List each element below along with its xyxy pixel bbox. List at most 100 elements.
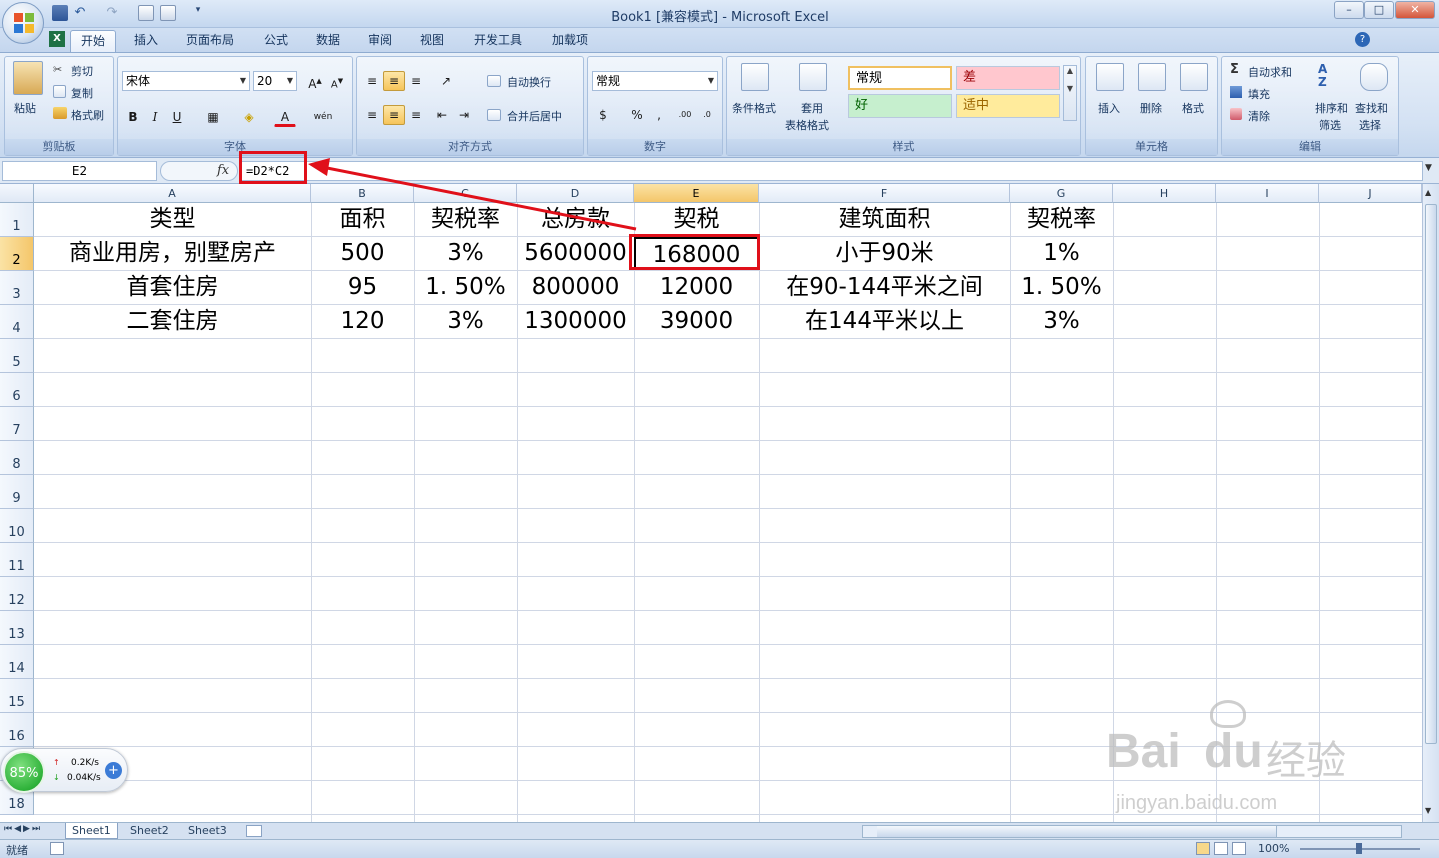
currency-button[interactable]: $ (592, 105, 614, 125)
format-cells-button[interactable]: 格式 (1182, 100, 1204, 116)
increase-indent-button[interactable]: ⇥ (453, 105, 475, 125)
decrease-decimal-button[interactable]: .0 (696, 105, 718, 125)
save-icon[interactable] (52, 5, 68, 21)
delete-cells-button[interactable]: 删除 (1140, 100, 1162, 116)
macro-record-icon[interactable] (50, 842, 64, 855)
row-header[interactable]: 11 (0, 543, 34, 577)
row-header[interactable]: 9 (0, 475, 34, 509)
cell-c2[interactable]: 3% (414, 237, 517, 270)
page-break-view-icon[interactable] (1232, 842, 1246, 855)
row-header[interactable]: 10 (0, 509, 34, 543)
zoom-level[interactable]: 100% (1258, 842, 1289, 855)
align-left-button[interactable]: ≡ (361, 105, 383, 125)
column-header-e[interactable]: E (634, 184, 759, 203)
plus-icon[interactable]: + (105, 762, 122, 779)
decrease-indent-button[interactable]: ⇤ (431, 105, 453, 125)
tab-home[interactable]: 开始 (70, 30, 117, 52)
cell-g3[interactable]: 1. 50% (1010, 271, 1113, 304)
italic-button[interactable]: I (144, 107, 166, 127)
style-good[interactable]: 好 (848, 94, 952, 118)
border-button[interactable]: ▦ (202, 107, 224, 127)
cell-g4[interactable]: 3% (1010, 305, 1113, 338)
horizontal-scrollbar[interactable] (862, 825, 1402, 838)
font-name-select[interactable]: 宋体 ▼ (122, 71, 250, 91)
normal-view-icon[interactable] (1196, 842, 1210, 855)
expand-formula-icon[interactable]: ▼ (1425, 163, 1432, 173)
style-neutral[interactable]: 适中 (956, 94, 1060, 118)
cell-c4[interactable]: 3% (414, 305, 517, 338)
font-size-select[interactable]: 20 ▼ (253, 71, 297, 91)
wrap-text-button[interactable]: 自动换行 (507, 74, 551, 90)
sheet-tab-3[interactable]: Sheet3 (182, 823, 233, 839)
row-header[interactable]: 8 (0, 441, 34, 475)
cell-e1[interactable]: 契税 (634, 203, 759, 236)
find-select-line2[interactable]: 选择 (1359, 117, 1381, 133)
undo-icon[interactable]: ↶ (72, 5, 88, 21)
cell-e3[interactable]: 12000 (634, 271, 759, 304)
row-header[interactable]: 3 (0, 271, 34, 305)
horizontal-scroll-thumb[interactable] (877, 826, 1277, 837)
cell-a4[interactable]: 二套住房 (34, 305, 311, 338)
cell-f2[interactable]: 小于90米 (759, 237, 1010, 270)
cell-a2[interactable]: 商业用房，别墅房产 (34, 237, 311, 270)
align-right-button[interactable]: ≡ (405, 105, 427, 125)
autosum-button[interactable]: 自动求和 (1248, 64, 1292, 80)
insert-cells-button[interactable]: 插入 (1098, 100, 1120, 116)
row-header[interactable]: 13 (0, 611, 34, 645)
cell-d2[interactable]: 5600000 (517, 237, 634, 270)
row-header[interactable]: 7 (0, 407, 34, 441)
comma-button[interactable]: , (648, 105, 670, 125)
row-header[interactable]: 6 (0, 373, 34, 407)
network-speed-widget[interactable]: 85% ↑ 0.2K/s ↓ 0.04K/s + (0, 748, 128, 793)
insert-sheet-icon[interactable] (246, 825, 262, 837)
increase-decimal-button[interactable]: .00 (674, 105, 696, 125)
format-as-table-line2[interactable]: 表格格式 (785, 117, 829, 133)
tab-formulas[interactable]: 公式 (254, 30, 298, 52)
cell-b3[interactable]: 95 (311, 271, 414, 304)
underline-button[interactable]: U (166, 107, 188, 127)
row-header[interactable]: 4 (0, 305, 34, 339)
paste-button[interactable]: 粘贴 (14, 100, 36, 116)
font-color-button[interactable]: A (274, 107, 296, 127)
vertical-scrollbar[interactable]: ▲ ▼ (1422, 184, 1439, 822)
column-header-f[interactable]: F (759, 184, 1010, 203)
align-top-button[interactable]: ≡ (361, 71, 383, 91)
fill-color-button[interactable]: ◈ (238, 107, 260, 127)
cell-f3[interactable]: 在90-144平米之间 (759, 271, 1010, 304)
sheet-tab-2[interactable]: Sheet2 (124, 823, 175, 839)
styles-scroll[interactable]: ▲ ▼ (1063, 65, 1077, 121)
style-normal[interactable]: 常规 (848, 66, 952, 90)
customize-toolbar-icon[interactable]: ▾ (190, 5, 206, 21)
page-layout-view-icon[interactable] (1214, 842, 1228, 855)
tab-developer[interactable]: 开发工具 (464, 30, 532, 52)
select-all-corner[interactable] (0, 184, 34, 203)
scroll-down-icon[interactable]: ▼ (1425, 806, 1431, 815)
align-center-button[interactable]: ≡ (383, 105, 405, 125)
cell-f1[interactable]: 建筑面积 (759, 203, 1010, 236)
orientation-button[interactable]: ↗ (435, 71, 457, 91)
scroll-up-icon[interactable]: ▲ (1425, 188, 1431, 197)
tab-insert[interactable]: 插入 (124, 30, 168, 52)
number-format-select[interactable]: 常规 ▼ (592, 71, 718, 91)
redo-icon[interactable]: ↷ (104, 5, 120, 21)
clear-button[interactable]: 清除 (1248, 108, 1270, 124)
cell-d4[interactable]: 1300000 (517, 305, 634, 338)
insert-function-icon[interactable]: fx (217, 163, 229, 178)
paste-icon[interactable] (13, 61, 43, 95)
row-header[interactable]: 1 (0, 203, 34, 237)
office-button[interactable] (2, 2, 44, 44)
sort-filter-line1[interactable]: 排序和 (1315, 100, 1348, 116)
row-header[interactable]: 16 (0, 713, 34, 747)
tab-review[interactable]: 审阅 (358, 30, 402, 52)
cell-g1[interactable]: 契税率 (1010, 203, 1113, 236)
cell-b4[interactable]: 120 (311, 305, 414, 338)
sheet-tab-1[interactable]: Sheet1 (65, 823, 118, 839)
tab-data[interactable]: 数据 (306, 30, 350, 52)
close-button[interactable]: ✕ (1395, 1, 1435, 19)
shrink-font-button[interactable]: A▼ (326, 71, 348, 91)
tab-page-layout[interactable]: 页面布局 (176, 30, 244, 52)
cut-button[interactable]: 剪切 (71, 63, 93, 79)
tab-addins[interactable]: 加载项 (542, 30, 598, 52)
merge-center-button[interactable]: 合并后居中 (507, 108, 562, 124)
row-header[interactable]: 2 (0, 237, 34, 271)
